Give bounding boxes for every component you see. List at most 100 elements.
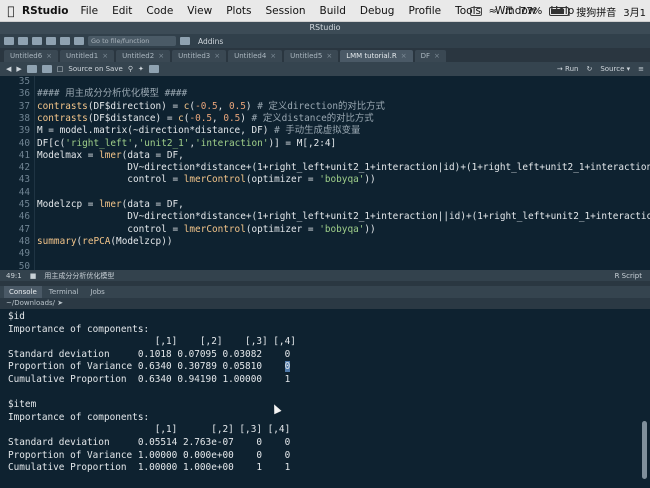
menu-file[interactable]: File — [80, 5, 98, 17]
search-icon[interactable]: ⚲ — [128, 65, 133, 73]
file-type[interactable]: R Script — [615, 272, 642, 280]
code-line[interactable]: 39 M = model.matrix(~direction*distance, … — [0, 125, 650, 137]
code-line[interactable]: 48 summary(rePCA(Modelzcp)) — [0, 236, 650, 248]
workspace-panes-icon[interactable] — [180, 37, 190, 45]
source-on-save-checkbox[interactable]: □ — [57, 65, 64, 73]
code-line[interactable]: 49 — [0, 248, 650, 260]
code-line[interactable]: 47 control = lmerControl(optimizer = 'bo… — [0, 224, 650, 236]
tab-untitled5[interactable]: Untitled5 × — [284, 50, 339, 62]
wifi-icon[interactable]: ≈ — [489, 6, 497, 17]
tab-lmm-tutorial[interactable]: LMM tutorial.R × — [340, 50, 413, 62]
editor-status-bar: 49:1 ■ 用主成分分析优化模型 R Script — [0, 270, 650, 281]
main-toolbar: Go to file/function Addins — [0, 34, 650, 48]
tab-df[interactable]: DF × — [414, 50, 446, 62]
console-line: Importance of components: — [8, 411, 150, 423]
apple-icon[interactable]:  — [0, 4, 22, 18]
line-code: #### 用主成分分析优化模型 #### — [37, 88, 188, 100]
code-line[interactable]: 41 Modelmax = lmer(data = DF, — [0, 150, 650, 162]
code-line[interactable]: 43 control = lmerControl(optimizer = 'bo… — [0, 174, 650, 186]
close-icon[interactable]: × — [401, 50, 407, 62]
code-line[interactable]: 40 DF[c('right_left','unit2_1','interacti… — [0, 138, 650, 150]
display-icon[interactable] — [469, 6, 482, 16]
editor-tabs: Untitled6 × Untitled1 × Untitled2 × Untitle… — [0, 48, 650, 62]
code-line[interactable]: 38 contrasts(DF$distance) = c(-0.5, 0.5) … — [0, 113, 650, 125]
close-icon[interactable]: × — [102, 50, 108, 62]
new-project-icon[interactable] — [18, 37, 28, 45]
mac-menubar:  RStudio File Edit Code View Plots Sess… — [0, 0, 650, 22]
code-line[interactable]: 45 Modelzcp = lmer(data = DF, — [0, 199, 650, 211]
console-line: [,1] [,2] [,3] [,4] — [8, 424, 291, 436]
line-number: 49 — [18, 248, 30, 260]
close-icon[interactable]: × — [214, 50, 220, 62]
close-icon[interactable]: × — [270, 50, 276, 62]
line-code: contrasts(DF$distance) = c(-0.5, 0.5) # … — [37, 112, 374, 124]
input-method[interactable]: 搜狗拼音 — [576, 4, 616, 19]
console-line: Proportion of Variance 1.00000 0.000e+00… — [8, 449, 291, 461]
save-icon[interactable] — [46, 37, 56, 45]
open-file-icon[interactable] — [32, 37, 42, 45]
close-icon[interactable]: × — [46, 50, 52, 62]
menu-session[interactable]: Session — [265, 5, 305, 17]
tab-console[interactable]: Console — [4, 286, 42, 298]
line-number: 46 — [18, 211, 30, 223]
forward-icon[interactable]: ▶ — [16, 65, 21, 73]
line-number: 48 — [18, 235, 30, 247]
tab-untitled3[interactable]: Untitled3 × — [172, 50, 227, 62]
line-code: control = lmerControl(optimizer = 'bobyq… — [37, 223, 376, 235]
rerun-icon[interactable]: ↻ — [586, 65, 592, 73]
code-line[interactable]: 50 — [0, 261, 650, 271]
back-icon[interactable]: ◀ — [6, 65, 11, 73]
console-line: Importance of components: — [8, 323, 150, 335]
battery-icon[interactable] — [549, 6, 570, 16]
close-icon[interactable]: × — [326, 50, 332, 62]
new-file-icon[interactable] — [4, 37, 14, 45]
outline-icon[interactable]: ≡ — [638, 65, 644, 73]
tab-untitled1[interactable]: Untitled1 × — [60, 50, 115, 62]
wand-icon[interactable]: ✦ — [138, 65, 144, 73]
show-in-window-icon[interactable] — [26, 65, 37, 73]
console-tabs: Console Terminal Jobs — [0, 286, 650, 298]
run-button[interactable]: → Run — [557, 65, 579, 73]
menu-app-name[interactable]: RStudio — [22, 5, 68, 17]
menu-view[interactable]: View — [187, 5, 212, 17]
goto-file-input[interactable]: Go to file/function — [88, 36, 176, 46]
cursor-position: 49:1 — [6, 271, 22, 280]
print-icon[interactable] — [74, 37, 84, 45]
menu-edit[interactable]: Edit — [112, 5, 132, 17]
menu-code[interactable]: Code — [146, 5, 173, 17]
tab-jobs[interactable]: Jobs — [85, 286, 109, 298]
volume-icon[interactable]: ♬ — [504, 6, 513, 17]
addins-menu[interactable]: Addins — [198, 37, 223, 46]
menu-build[interactable]: Build — [320, 5, 346, 17]
console-scrollbar[interactable] — [642, 421, 647, 479]
code-line[interactable]: 44 — [0, 187, 650, 199]
tab-untitled2[interactable]: Untitled2 × — [116, 50, 171, 62]
save-all-icon[interactable] — [60, 37, 70, 45]
menu-plots[interactable]: Plots — [226, 5, 251, 17]
line-code: control = lmerControl(optimizer = 'bobyq… — [37, 174, 376, 186]
menu-profile[interactable]: Profile — [408, 5, 441, 17]
tab-untitled4[interactable]: Untitled4 × — [228, 50, 283, 62]
code-line[interactable]: 42 DV~direction*distance+(1+right_left+u… — [0, 162, 650, 174]
close-icon[interactable]: × — [434, 50, 440, 62]
section-name[interactable]: 用主成分分析优化模型 — [44, 271, 114, 281]
code-line[interactable]: 46 DV~direction*distance+(1+right_left+u… — [0, 211, 650, 223]
code-line[interactable]: 35 — [0, 76, 650, 88]
status-area: ≈ ♬ 77% 搜狗拼音 3月1 — [469, 0, 646, 22]
code-line[interactable]: 36 #### 用主成分分析优化模型 #### — [0, 88, 650, 100]
close-icon[interactable]: × — [158, 50, 164, 62]
tab-untitled6[interactable]: Untitled6 × — [4, 50, 59, 62]
console-output[interactable]: $id Importance of components: [,1] [,2] [… — [0, 309, 650, 488]
source-button[interactable]: Source ▾ — [600, 65, 630, 73]
code-editor[interactable]: 35 36 #### 用主成分分析优化模型 #### 37 contrasts(DF$d… — [0, 76, 650, 270]
go-to-dir-icon[interactable]: ➤ — [57, 299, 63, 307]
menu-debug[interactable]: Debug — [360, 5, 395, 17]
save-icon[interactable] — [41, 65, 52, 73]
console-line: Cumulative Proportion 0.6340 0.94190 1.0… — [8, 374, 291, 385]
clock[interactable]: 3月1 — [623, 4, 646, 19]
compile-report-icon[interactable] — [148, 65, 159, 73]
code-line[interactable]: 37 contrasts(DF$direction) = c(-0.5, 0.5)… — [0, 101, 650, 113]
run-icon: → — [556, 65, 563, 73]
tab-terminal[interactable]: Terminal — [44, 286, 84, 298]
line-code: DF[c('right_left','unit2_1','interaction… — [37, 137, 337, 149]
